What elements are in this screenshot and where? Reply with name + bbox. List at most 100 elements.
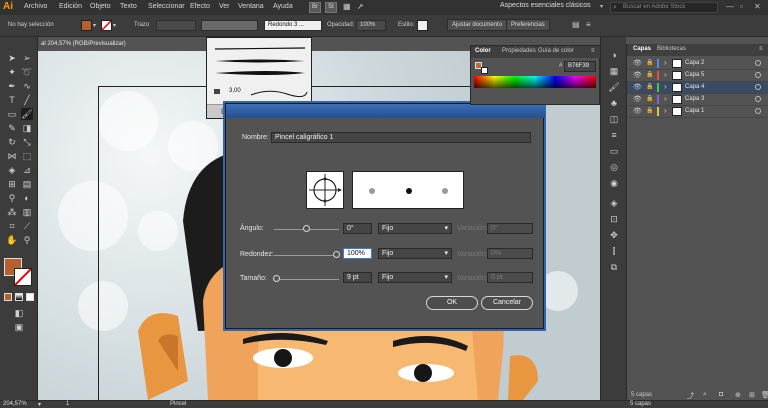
stroke-color-swatch[interactable] — [14, 268, 32, 286]
eye-icon[interactable]: 👁 — [633, 71, 642, 79]
gradient-icon[interactable]: ▤ — [21, 178, 33, 190]
eye-icon[interactable]: 👁 — [633, 59, 642, 67]
menu-ventana[interactable]: Ventana — [238, 3, 264, 10]
color-mode-icon[interactable] — [4, 293, 12, 301]
shape-builder-icon[interactable]: ◈ — [6, 164, 18, 176]
hex-input[interactable]: B76F39 — [564, 61, 596, 72]
size-slider-knob[interactable] — [273, 275, 280, 282]
panel-menu-icon[interactable]: ≡ — [591, 48, 595, 54]
swatches-icon[interactable]: ▦ — [608, 65, 620, 77]
drawing-modes-icon[interactable]: ◧ — [13, 307, 25, 319]
menu-seleccionar[interactable]: Seleccionar — [148, 3, 185, 10]
stock-button[interactable]: St — [325, 2, 337, 13]
size-input[interactable]: 9 pt — [343, 272, 372, 283]
color-panel-icon[interactable]: ◑ — [608, 49, 620, 61]
mesh-icon[interactable]: ⊞ — [6, 178, 18, 190]
symbols-icon[interactable]: ♣ — [608, 97, 620, 109]
artboard-icon[interactable]: ⌗ — [6, 220, 18, 232]
lock-icon[interactable]: 🔒 — [646, 95, 653, 102]
chevron-right-icon[interactable]: › — [664, 70, 667, 79]
menu-texto[interactable]: Texto — [120, 3, 137, 10]
slice-icon[interactable]: ⟋ — [21, 220, 33, 232]
angle-input[interactable]: 0° — [343, 223, 372, 234]
layers-panel-icon[interactable]: ◈ — [608, 197, 620, 209]
pen-icon[interactable]: ✒ — [6, 80, 18, 92]
stock-search-input[interactable]: ⌕ Buscar en Adobe Stock — [610, 2, 718, 13]
maximize-icon[interactable]: ▫ — [740, 2, 743, 11]
align-icon[interactable]: ⫿ — [608, 245, 620, 257]
perspective-grid-icon[interactable]: ⊿ — [21, 164, 33, 176]
roundness-slider-knob[interactable] — [333, 251, 340, 258]
menu-efecto[interactable]: Efecto — [190, 3, 210, 10]
target-icon[interactable] — [755, 60, 761, 66]
tab-color-guide[interactable]: Guía de color — [538, 48, 574, 54]
chevron-right-icon[interactable]: › — [664, 82, 667, 91]
brush-shape-editor[interactable] — [306, 171, 344, 209]
brush-option-round[interactable] — [211, 44, 309, 54]
layer-row[interactable]: 👁 🔒 › Capa 3 — [627, 94, 768, 106]
appearance-icon[interactable]: ◉ — [608, 177, 620, 189]
paintbrush-icon[interactable]: 🖌 — [21, 108, 33, 120]
target-icon[interactable] — [755, 96, 761, 102]
arrange-icon[interactable]: ▤ — [572, 20, 580, 29]
brush-definition-dropdown[interactable]: Redondo 3 ... — [264, 20, 322, 31]
menu-ayuda[interactable]: Ayuda — [273, 3, 293, 10]
eyedropper-icon[interactable]: ⚲ — [6, 192, 18, 204]
new-layer-icon[interactable]: ⊞ — [749, 391, 755, 399]
chevron-right-icon[interactable]: › — [664, 94, 667, 103]
roundness-input[interactable]: 100% — [343, 248, 372, 259]
pathfinder-icon[interactable]: ⧉ — [608, 261, 620, 273]
close-icon[interactable]: ✕ — [754, 2, 761, 11]
scale-icon[interactable]: ⤡ — [21, 136, 33, 148]
angle-mode-select[interactable]: Fijo ▾ — [378, 223, 452, 234]
symbol-sprayer-icon[interactable]: ⁂ — [6, 206, 18, 218]
tab-color[interactable]: Color — [475, 48, 491, 54]
pencil-icon[interactable]: ✎ — [6, 122, 18, 134]
menu-ver[interactable]: Ver — [219, 3, 230, 10]
ok-button[interactable]: OK — [426, 296, 478, 310]
roundness-mode-select[interactable]: Fijo ▾ — [378, 248, 452, 259]
brushes-icon[interactable]: 🖌 — [608, 81, 620, 93]
zoom-icon[interactable]: ⚲ — [21, 234, 33, 246]
target-icon[interactable] — [755, 72, 761, 78]
line-segment-icon[interactable]: ╱ — [21, 94, 33, 106]
arrange-documents-icon[interactable]: ▦ — [343, 2, 351, 11]
size-slider-track[interactable] — [274, 279, 339, 280]
lock-icon[interactable]: 🔒 — [646, 71, 653, 78]
artboards-icon[interactable]: ⊡ — [608, 213, 620, 225]
panel-stroke-swatch[interactable] — [481, 67, 488, 74]
roundness-slider-track[interactable] — [274, 255, 339, 256]
lock-icon[interactable]: 🔒 — [646, 107, 653, 114]
selection-arrow-icon[interactable]: ➤ — [6, 52, 18, 64]
eye-icon[interactable]: 👁 — [633, 95, 642, 103]
transform-icon[interactable]: ✥ — [608, 229, 620, 241]
chevron-down-icon[interactable]: ▾ — [113, 22, 116, 29]
target-icon[interactable] — [755, 108, 761, 114]
locate-object-icon[interactable]: ⌕ — [703, 391, 707, 399]
curvature-icon[interactable]: ∿ — [21, 80, 33, 92]
tab-libraries[interactable]: Bibliotecas — [657, 46, 686, 52]
fill-swatch[interactable] — [81, 20, 92, 31]
eye-icon[interactable]: 👁 — [633, 83, 642, 91]
trash-icon[interactable]: 🗑 — [761, 391, 768, 399]
target-icon[interactable] — [755, 84, 761, 90]
lasso-icon[interactable]: ➰ — [21, 66, 33, 78]
preferences-button[interactable]: Preferencias — [506, 19, 550, 31]
magic-wand-icon[interactable]: ✦ — [6, 66, 18, 78]
menu-objeto[interactable]: Objeto — [90, 3, 111, 10]
rotate-icon[interactable]: ↻ — [6, 136, 18, 148]
none-mode-icon[interactable] — [26, 293, 34, 301]
menu-archivo[interactable]: Archivo — [24, 3, 47, 10]
panel-menu-icon[interactable]: ≡ — [586, 20, 591, 29]
graphic-style-swatch[interactable] — [417, 20, 428, 31]
panel-menu-icon[interactable]: ≡ — [759, 46, 763, 52]
chevron-down-icon[interactable]: ▾ — [93, 22, 96, 29]
clip-mask-icon[interactable]: ◘ — [719, 391, 723, 398]
blend-icon[interactable]: ◐ — [21, 192, 33, 204]
chevron-down-icon[interactable]: ▾ — [600, 3, 603, 10]
gpu-rocket-icon[interactable]: ➚ — [357, 2, 364, 11]
variable-width-profile[interactable] — [201, 20, 258, 31]
layer-row[interactable]: 👁 🔒 › Capa 2 — [627, 58, 768, 70]
angle-slider-knob[interactable] — [303, 225, 310, 232]
brush-name-input[interactable]: Pincel caligráfico 1 — [271, 132, 531, 143]
